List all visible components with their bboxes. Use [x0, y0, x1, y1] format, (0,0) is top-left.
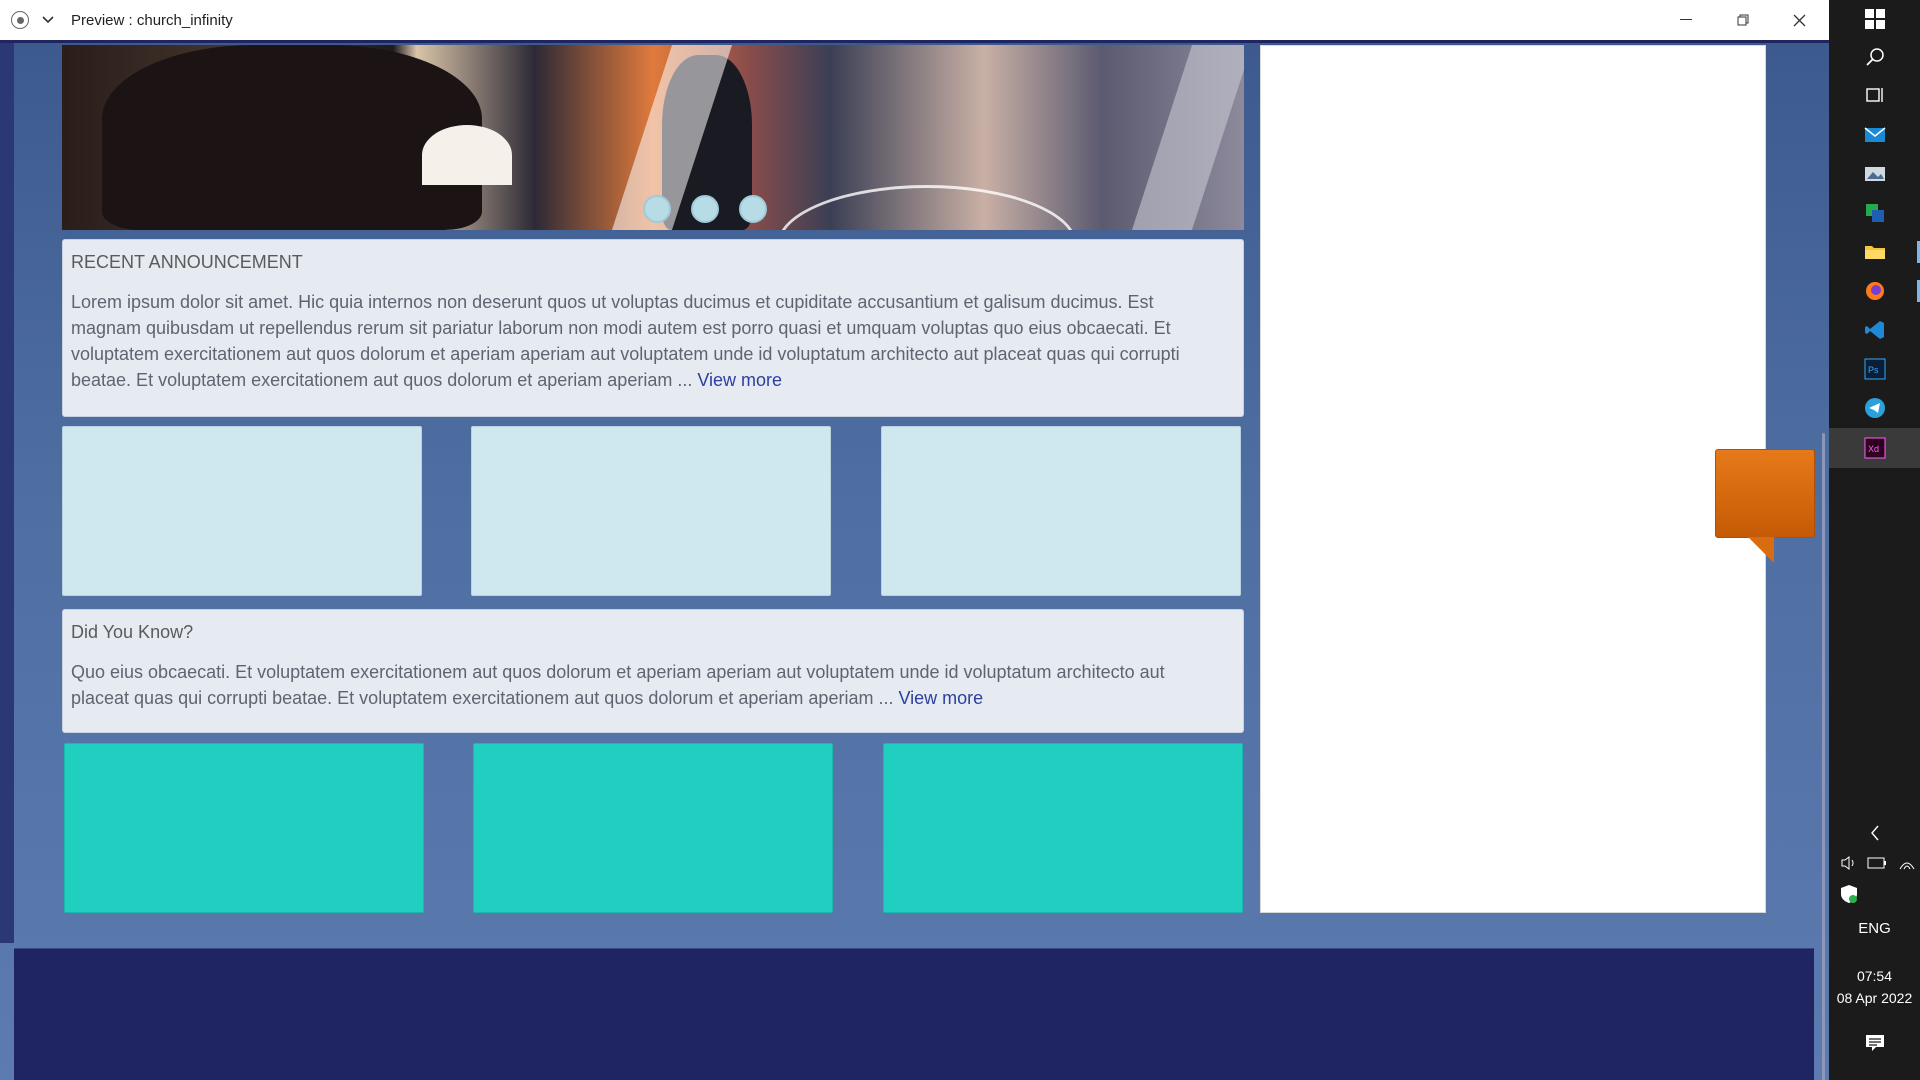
scrollbar[interactable]: [1822, 433, 1825, 1080]
window-title: Preview : church_infinity: [71, 11, 233, 29]
preview-window: Preview : church_infinity RECENT ANNOUNC…: [0, 0, 1829, 1080]
info-card[interactable]: [62, 426, 422, 596]
feature-card[interactable]: [64, 743, 424, 913]
hero-stripe: [1131, 45, 1244, 230]
did-you-know-heading: Did You Know?: [71, 622, 194, 642]
telegram-icon[interactable]: [1829, 389, 1920, 427]
title-bar: Preview : church_infinity: [0, 0, 1829, 40]
clock-time[interactable]: 07:54: [1829, 968, 1920, 984]
svg-text:Xd: Xd: [1868, 444, 1879, 454]
did-you-know-panel: Did You Know? Quo eius obcaecati. Et vol…: [62, 609, 1244, 733]
svg-text:Ps: Ps: [1868, 365, 1879, 375]
clock-date[interactable]: 08 Apr 2022: [1829, 990, 1920, 1006]
did-you-know-body: Quo eius obcaecati. Et voluptatem exerci…: [71, 659, 1181, 711]
did-you-know-text: Quo eius obcaecati. Et voluptatem exerci…: [71, 662, 1165, 708]
windows-start-icon[interactable]: [1829, 0, 1920, 38]
info-card[interactable]: [881, 426, 1241, 596]
notification-icon[interactable]: [1829, 1024, 1920, 1062]
task-view-icon[interactable]: [1829, 76, 1920, 114]
hero-slider-image: [62, 45, 1244, 230]
announcement-heading: RECENT ANNOUNCEMENT: [71, 252, 303, 272]
did-you-know-view-more-link[interactable]: View more: [898, 688, 983, 708]
announcement-text: Lorem ipsum dolor sit amet. Hic quia int…: [71, 292, 1180, 390]
feature-card[interactable]: [473, 743, 833, 913]
xd-icon[interactable]: Xd: [1829, 428, 1920, 468]
taskbar: Ps Xd ENG 07:54 08 Apr 2022: [1829, 0, 1920, 1080]
slider-dots: [643, 195, 767, 223]
minimize-button[interactable]: [1658, 0, 1714, 40]
page-footer: [14, 948, 1814, 1080]
language-indicator[interactable]: ENG: [1829, 920, 1920, 937]
wifi-icon[interactable]: [1889, 844, 1920, 882]
page-content: RECENT ANNOUNCEMENT Lorem ipsum dolor si…: [0, 43, 1829, 1080]
hero-figure: [102, 45, 482, 230]
slider-dot[interactable]: [643, 195, 671, 223]
close-button[interactable]: [1771, 0, 1827, 40]
sidebar-panel: [1260, 45, 1766, 913]
photoshop-icon[interactable]: Ps: [1829, 350, 1920, 388]
announcement-view-more-link[interactable]: View more: [697, 370, 782, 390]
mail-icon[interactable]: [1829, 116, 1920, 154]
restore-button[interactable]: [1715, 0, 1771, 40]
info-card[interactable]: [471, 426, 831, 596]
slider-dot[interactable]: [691, 195, 719, 223]
feature-card[interactable]: [883, 743, 1243, 913]
announcement-panel: RECENT ANNOUNCEMENT Lorem ipsum dolor si…: [62, 239, 1244, 417]
file-explorer-icon[interactable]: [1829, 233, 1920, 271]
search-icon[interactable]: [1829, 38, 1920, 76]
vscode-icon[interactable]: [1829, 311, 1920, 349]
security-shield-icon[interactable]: [1831, 875, 1867, 913]
chevron-down-icon[interactable]: [41, 13, 55, 27]
announcement-body: Lorem ipsum dolor sit amet. Hic quia int…: [71, 289, 1181, 393]
chat-bubble-button[interactable]: [1715, 449, 1815, 538]
hero-collar: [422, 125, 512, 185]
hero-arc: [777, 185, 1077, 230]
app-icon[interactable]: [1829, 194, 1920, 232]
photos-icon[interactable]: [1829, 155, 1920, 193]
slider-dot[interactable]: [739, 195, 767, 223]
page-left-edge: [0, 43, 14, 943]
record-icon[interactable]: [11, 11, 29, 29]
firefox-icon[interactable]: [1829, 272, 1920, 310]
